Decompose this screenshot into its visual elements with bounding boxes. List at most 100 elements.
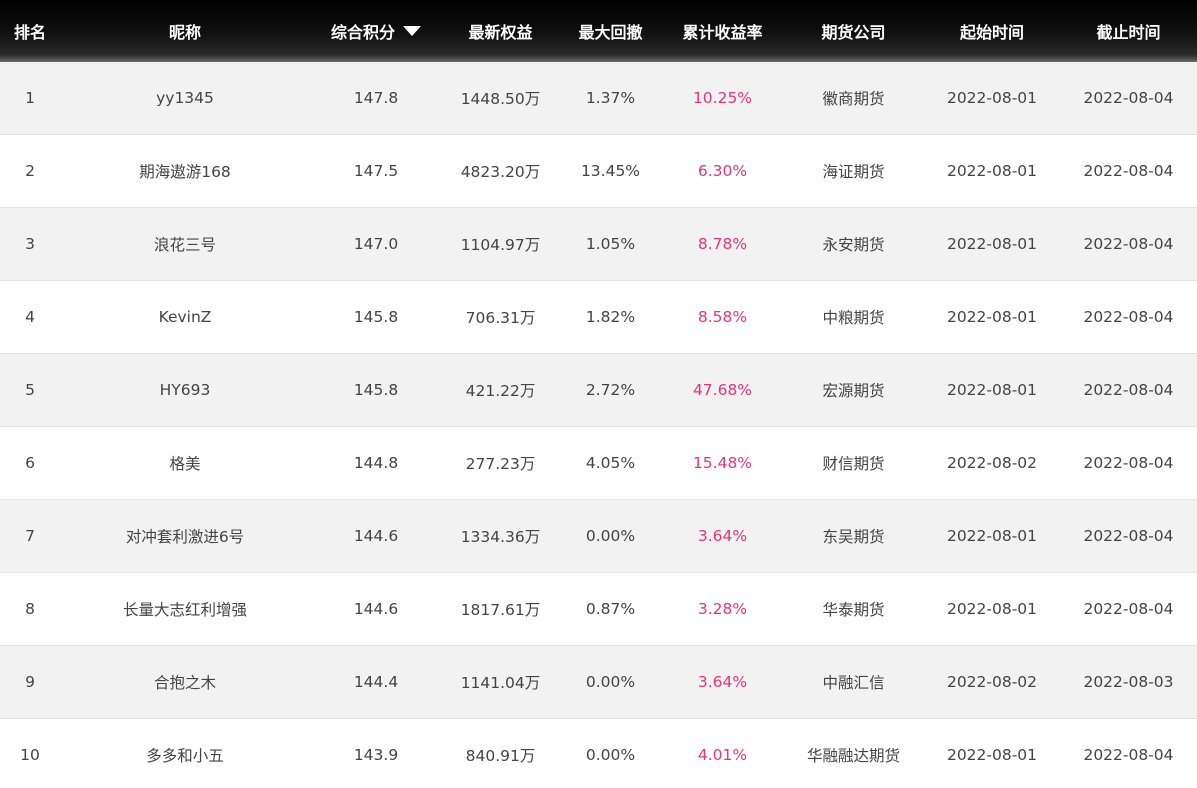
cell-nickname[interactable]: 格美 (60, 452, 310, 474)
cell-company: 宏源期货 (822, 382, 885, 400)
sort-descending-icon[interactable] (403, 26, 421, 36)
cell-rank: 3 (25, 235, 35, 253)
cell-company: 中粮期货 (822, 309, 885, 327)
cell-return-rate: 47.68% (692, 381, 753, 399)
cell-return-rate: 6.30% (697, 162, 748, 180)
cell-company: 东吴期货 (822, 528, 885, 546)
header-equity[interactable]: 最新权益 (442, 19, 559, 43)
table-body: 1 yy1345 147.8 1448.50万 1.37% 10.25% 徽商期… (0, 62, 1197, 788)
cell-start-time: 2022-08-01 (946, 235, 1038, 253)
table-row[interactable]: 10 多多和小五 143.9 840.91万 0.00% 4.01% 华融融达期… (0, 719, 1197, 788)
cell-score: 143.9 (353, 746, 399, 764)
table-header: 排名 昵称 综合积分 最新权益 最大回撤 累计收益率 期货公司 起始时间 截止时… (0, 0, 1197, 62)
cell-return-rate: 8.78% (697, 235, 748, 253)
table-row[interactable]: 8 长量大志红利增强 144.6 1817.61万 0.87% 3.28% 华泰… (0, 573, 1197, 646)
cell-return-rate: 4.01% (697, 746, 748, 764)
cell-nickname[interactable]: HY693 (60, 381, 310, 399)
cell-max-drawdown: 4.05% (585, 454, 636, 472)
cell-max-drawdown: 13.45% (580, 162, 641, 180)
cell-score: 144.8 (353, 454, 399, 472)
cell-end-time: 2022-08-04 (1083, 89, 1174, 107)
cell-return-rate: 3.64% (697, 527, 748, 545)
cell-company: 永安期货 (822, 236, 885, 254)
cell-equity: 277.23万 (465, 455, 536, 473)
cell-score: 147.0 (353, 235, 399, 253)
header-end-time[interactable]: 截止时间 (1060, 19, 1197, 43)
cell-nickname[interactable]: 多多和小五 (60, 744, 310, 766)
cell-end-time: 2022-08-04 (1083, 527, 1174, 545)
cell-start-time: 2022-08-02 (946, 454, 1038, 472)
cell-nickname[interactable]: 合抱之木 (60, 671, 310, 693)
cell-equity: 1448.50万 (460, 90, 541, 108)
cell-nickname[interactable]: KevinZ (60, 308, 310, 326)
table-row[interactable]: 1 yy1345 147.8 1448.50万 1.37% 10.25% 徽商期… (0, 62, 1197, 135)
cell-rank: 5 (25, 381, 35, 399)
header-nickname[interactable]: 昵称 (60, 19, 310, 43)
header-rank[interactable]: 排名 (0, 19, 60, 43)
cell-end-time: 2022-08-04 (1083, 308, 1174, 326)
cell-start-time: 2022-08-01 (946, 527, 1038, 545)
ranking-table: 排名 昵称 综合积分 最新权益 最大回撤 累计收益率 期货公司 起始时间 截止时… (0, 0, 1197, 788)
cell-end-time: 2022-08-04 (1083, 381, 1174, 399)
cell-nickname[interactable]: yy1345 (60, 89, 310, 107)
cell-equity: 706.31万 (465, 309, 536, 327)
header-start-time[interactable]: 起始时间 (924, 19, 1060, 43)
cell-max-drawdown: 0.00% (585, 746, 636, 764)
cell-company: 华融融达期货 (806, 747, 900, 765)
cell-equity: 1141.04万 (460, 674, 541, 692)
header-max-drawdown[interactable]: 最大回撤 (559, 19, 662, 43)
table-row[interactable]: 4 KevinZ 145.8 706.31万 1.82% 8.58% 中粮期货 … (0, 281, 1197, 354)
cell-start-time: 2022-08-01 (946, 89, 1038, 107)
cell-company: 徽商期货 (822, 90, 885, 108)
cell-rank: 8 (25, 600, 35, 618)
cell-return-rate: 8.58% (697, 308, 748, 326)
cell-company: 财信期货 (822, 455, 885, 473)
cell-end-time: 2022-08-04 (1083, 454, 1174, 472)
header-company[interactable]: 期货公司 (783, 19, 924, 43)
table-row[interactable]: 2 期海遨游168 147.5 4823.20万 13.45% 6.30% 海证… (0, 135, 1197, 208)
cell-max-drawdown: 0.87% (585, 600, 636, 618)
cell-end-time: 2022-08-04 (1083, 746, 1174, 764)
header-return-rate[interactable]: 累计收益率 (662, 19, 783, 43)
header-score[interactable]: 综合积分 (310, 19, 442, 43)
cell-nickname[interactable]: 期海遨游168 (60, 160, 310, 182)
cell-equity: 1104.97万 (460, 236, 541, 254)
cell-end-time: 2022-08-04 (1083, 235, 1174, 253)
cell-score: 144.4 (353, 673, 399, 691)
cell-nickname[interactable]: 浪花三号 (60, 233, 310, 255)
cell-return-rate: 3.28% (697, 600, 748, 618)
table-row[interactable]: 5 HY693 145.8 421.22万 2.72% 47.68% 宏源期货 … (0, 354, 1197, 427)
table-row[interactable]: 6 格美 144.8 277.23万 4.05% 15.48% 财信期货 202… (0, 427, 1197, 500)
cell-rank: 6 (25, 454, 35, 472)
header-score-label: 综合积分 (330, 23, 395, 42)
cell-max-drawdown: 0.00% (585, 527, 636, 545)
cell-rank: 1 (25, 89, 35, 107)
cell-equity: 4823.20万 (460, 163, 541, 181)
table-row[interactable]: 7 对冲套利激进6号 144.6 1334.36万 0.00% 3.64% 东吴… (0, 500, 1197, 573)
cell-max-drawdown: 0.00% (585, 673, 636, 691)
cell-start-time: 2022-08-01 (946, 600, 1038, 618)
cell-end-time: 2022-08-03 (1083, 673, 1174, 691)
cell-return-rate: 15.48% (692, 454, 753, 472)
table-row[interactable]: 3 浪花三号 147.0 1104.97万 1.05% 8.78% 永安期货 2… (0, 208, 1197, 281)
cell-company: 中融汇信 (822, 674, 885, 692)
cell-return-rate: 3.64% (697, 673, 748, 691)
cell-nickname[interactable]: 长量大志红利增强 (60, 598, 310, 620)
cell-rank: 7 (25, 527, 35, 545)
cell-score: 144.6 (353, 600, 399, 618)
cell-end-time: 2022-08-04 (1083, 600, 1174, 618)
cell-rank: 9 (25, 673, 35, 691)
cell-max-drawdown: 1.05% (585, 235, 636, 253)
cell-score: 145.8 (353, 308, 399, 326)
table-row[interactable]: 9 合抱之木 144.4 1141.04万 0.00% 3.64% 中融汇信 2… (0, 646, 1197, 719)
cell-equity: 1817.61万 (460, 601, 541, 619)
cell-start-time: 2022-08-01 (946, 308, 1038, 326)
cell-score: 147.8 (353, 89, 399, 107)
cell-company: 华泰期货 (822, 601, 885, 619)
cell-nickname[interactable]: 对冲套利激进6号 (60, 525, 310, 547)
cell-start-time: 2022-08-01 (946, 162, 1038, 180)
cell-score: 147.5 (353, 162, 399, 180)
cell-equity: 840.91万 (465, 747, 536, 765)
cell-rank: 2 (25, 162, 35, 180)
cell-max-drawdown: 2.72% (585, 381, 636, 399)
